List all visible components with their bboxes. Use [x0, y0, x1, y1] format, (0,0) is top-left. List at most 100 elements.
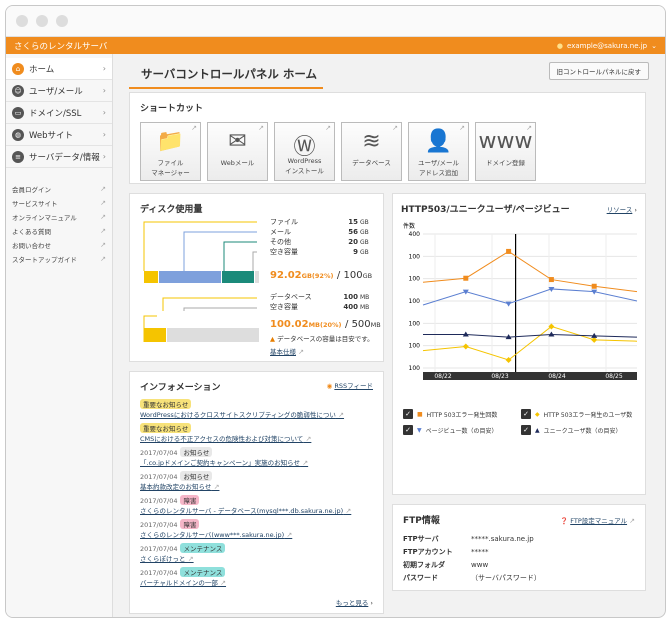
http-title: HTTP503/ユニークユーザ/ページビュー: [401, 205, 570, 215]
close-dot[interactable]: [16, 15, 28, 27]
minimize-dot[interactable]: [36, 15, 48, 27]
main-content: サーバコントロールパネル ホーム 旧コントロールパネルに戻す ショートカット ↗…: [113, 54, 665, 617]
chevron-right-icon: ›: [102, 130, 106, 139]
checkbox-checked[interactable]: ✓: [521, 409, 531, 419]
external-link-icon: ↗: [100, 199, 106, 207]
sidebar-link[interactable]: お問い合わせ ↗: [12, 238, 106, 252]
sidebar-item-label: ユーザ/メール: [29, 86, 83, 97]
list-item: 2017/07/04 障害 さくらのレンタルサーバ(www***.sakura.ne…: [140, 519, 373, 539]
sidebar-item-0[interactable]: ⌂ ホーム ›: [6, 58, 112, 80]
shortcut-title: ショートカット: [140, 104, 204, 114]
shortcut-icon: 👤: [424, 129, 453, 154]
sidebar-item-4[interactable]: ≡ サーバデータ/情報 ›: [6, 146, 112, 168]
shortcut-button[interactable]: ↗ Ⓦ WordPress インストール: [274, 122, 335, 181]
info-link[interactable]: 「.co.jpドメインご契約キャンペーン」実施のお知らせ ↗: [140, 457, 373, 467]
browser-window: さくらのレンタルサーバ ● example@sakura.ne.jp ⌄ ⌂ ホー…: [5, 5, 666, 618]
info-link[interactable]: 基本約款改定のお知らせ ↗: [140, 481, 373, 491]
legend-marker: ◆: [535, 410, 540, 418]
legend-item[interactable]: ✓ ▲ ユニークユーザ数（の目安）: [521, 425, 639, 435]
external-link-icon: ↗: [343, 507, 352, 515]
resource-link[interactable]: リソース ›: [607, 204, 637, 214]
external-link-icon: ↗: [100, 255, 106, 263]
y-tick-label: 100: [409, 343, 421, 350]
maximize-dot[interactable]: [56, 15, 68, 27]
series-line: [422, 325, 638, 361]
sidebar-item-3[interactable]: ◍ Webサイト ›: [6, 124, 112, 146]
ftp-title: FTP情報: [403, 516, 440, 526]
ftp-card: FTP情報 ❓ FTP設定マニュアル ↗ FTPサーバ *****.sakura.…: [392, 504, 646, 591]
app-title: さくらのレンタルサーバ: [14, 41, 108, 52]
data-point: [548, 277, 554, 283]
external-link-icon: ↗: [100, 241, 106, 249]
bar-file: [144, 271, 158, 283]
ftp-row: FTPサーバ *****.sakura.ne.jp: [403, 534, 534, 543]
http-chart-card: HTTP503/ユニークユーザ/ページビュー リソース › 件数 400 100 10…: [392, 193, 646, 495]
help-icon: ❓: [560, 516, 569, 525]
more-link[interactable]: もっと見る ›: [336, 597, 373, 607]
info-link[interactable]: さくらのレンタルサーバ - データベース(mysql***.db.sakura.…: [140, 505, 373, 515]
sidebar-link[interactable]: よくある質問 ↗: [12, 224, 106, 238]
disk-row: 空き容量 400 MB: [270, 303, 370, 311]
window-titlebar: [6, 6, 665, 37]
rss-link[interactable]: ◉ RSSフィード: [327, 380, 373, 393]
external-link-icon: ↗: [325, 124, 331, 132]
external-link-icon: ↗: [303, 435, 312, 443]
shortcut-button[interactable]: ↗ ✉ Webメール: [207, 122, 268, 181]
checkbox-checked[interactable]: ✓: [403, 425, 413, 435]
spec-link[interactable]: 基本仕様 ↗: [270, 346, 304, 356]
user-icon: ●: [556, 41, 564, 50]
checkbox-checked[interactable]: ✓: [403, 409, 413, 419]
sidebar-link[interactable]: オンラインマニュアル ↗: [12, 210, 106, 224]
y-tick-label: 100: [409, 365, 421, 372]
status-badge: メンテナンス: [180, 567, 226, 577]
sidebar-item-label: Webサイト: [29, 130, 74, 141]
sidebar-item-1[interactable]: ☺ ユーザ/メール ›: [6, 80, 112, 102]
external-link-icon: ↗: [526, 124, 532, 132]
user-menu[interactable]: ● example@sakura.ne.jp ⌄: [557, 42, 657, 50]
checkbox-checked[interactable]: ✓: [521, 425, 531, 435]
shortcut-button[interactable]: ↗ 📁 ファイル マネージャー: [140, 122, 201, 181]
bar-other: [222, 271, 254, 283]
shortcut-button[interactable]: ↗ 👤 ユーザ/メール アドレス追加: [408, 122, 469, 181]
shortcut-button[interactable]: ↗ ≋ データベース: [341, 122, 402, 181]
shortcut-icon: www: [478, 129, 533, 154]
bar-db-free: [167, 328, 259, 342]
bar-db-used: [144, 328, 166, 342]
ftp-manual-link[interactable]: ❓ FTP設定マニュアル ↗: [560, 515, 635, 525]
sidebar-link[interactable]: 会員ログイン ↗: [12, 182, 106, 196]
legend-item[interactable]: ✓ ◆ HTTP 503エラー発生のユーザ数: [521, 409, 639, 419]
info-link[interactable]: さくらのレンタルサーバ(www***.sakura.ne.jp) ↗: [140, 529, 373, 539]
legend-item[interactable]: ✓ ■ HTTP 503エラー発生回数: [403, 409, 521, 419]
x-tick-label: 08/25: [605, 373, 622, 380]
list-item: 2017/07/04 メンテナンス さくらぽけっと ↗: [140, 543, 373, 563]
external-link-icon: ↗: [392, 124, 398, 132]
y-tick-label: 100: [409, 276, 421, 283]
list-item: 2017/07/04 お知らせ 「.co.jpドメインご契約キャンペーン」実施のお知…: [140, 447, 373, 467]
app-header: さくらのレンタルサーバ ● example@sakura.ne.jp ⌄: [6, 37, 665, 54]
sidebar-links: 会員ログイン ↗ サービスサイト ↗ オンラインマニュアル ↗ よくある質問 ↗ お問い合わせ ↗…: [6, 168, 112, 280]
page-title: サーバコントロールパネル ホーム: [129, 60, 324, 89]
shortcut-button[interactable]: ↗ www ドメイン登録: [475, 122, 536, 181]
legend-item[interactable]: ✓ ▼ ページビュー数（の目安）: [403, 425, 521, 435]
data-point: [463, 275, 469, 281]
external-link-icon: ↗: [258, 124, 264, 132]
old-panel-button[interactable]: 旧コントロールパネルに戻す: [548, 62, 649, 80]
info-link[interactable]: バーチャルドメインの一部 ↗: [140, 577, 373, 587]
ftp-row: 初期フォルダ www: [403, 560, 489, 569]
sidebar-item-2[interactable]: ▭ ドメイン/SSL ›: [6, 102, 112, 124]
series-line: [422, 250, 638, 293]
sidebar-link[interactable]: サービスサイト ↗: [12, 196, 106, 210]
x-tick-label: 08/24: [548, 373, 565, 380]
chevron-down-icon: ⌄: [651, 41, 657, 50]
external-link-icon: ↗: [191, 124, 197, 132]
shortcut-card: ショートカット ↗ 📁 ファイル マネージャー ↗ ✉ Webメール ↗ Ⓦ WordPress イ…: [129, 92, 646, 184]
sidebar-link[interactable]: スタートアップガイド ↗: [12, 252, 106, 266]
legend-marker: ■: [417, 410, 423, 418]
y-tick-label: 100: [409, 253, 421, 260]
legend-marker: ▲: [535, 426, 540, 434]
info-link[interactable]: CMSにおける不正アクセスの危険性および対策について ↗: [140, 433, 373, 443]
info-link[interactable]: さくらぽけっと ↗: [140, 553, 373, 563]
shortcut-icon: Ⓦ: [293, 135, 316, 160]
info-link[interactable]: WordPressにおけるクロスサイトスクリプティングの脆弱性につい ↗: [140, 409, 373, 419]
disk-usage-card: ディスク使用量 ファイル15GBメール56GBその他20GB空: [129, 193, 384, 362]
